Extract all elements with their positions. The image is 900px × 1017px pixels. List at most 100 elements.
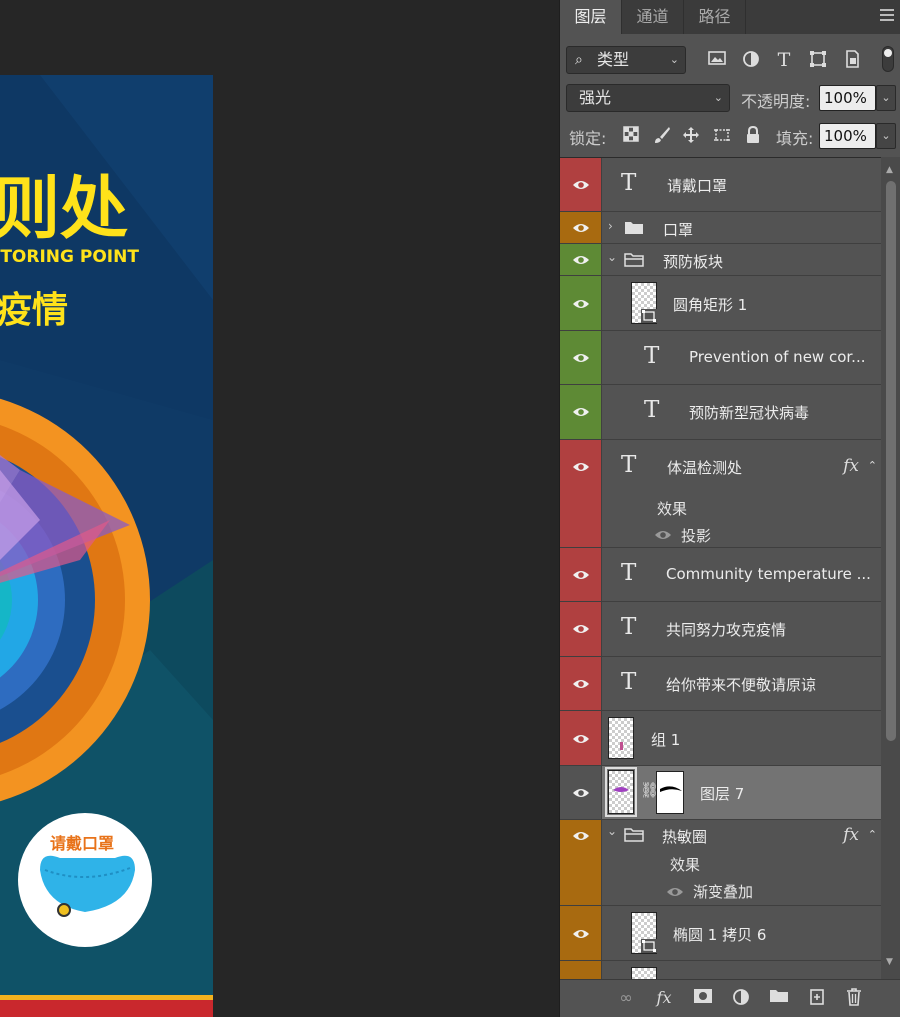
layer-name[interactable]: 预防新型冠状病毒 bbox=[689, 402, 809, 423]
adjustment-layer-icon[interactable] bbox=[730, 988, 752, 1008]
opacity-input[interactable]: 100% bbox=[819, 85, 876, 111]
visibility-eye-icon[interactable] bbox=[572, 222, 590, 234]
fx-icon[interactable]: fx bbox=[843, 825, 859, 845]
layer-row[interactable]: T 预防新型冠状病毒 bbox=[560, 385, 881, 440]
layer-filter-select[interactable]: ⌕ 类型 ⌄ bbox=[566, 46, 686, 74]
visibility-eye-icon[interactable] bbox=[572, 254, 590, 266]
layer-thumbnail bbox=[605, 767, 637, 817]
layer-row[interactable]: 圆角矩形 1 bbox=[560, 276, 881, 331]
fill-input[interactable]: 100% bbox=[819, 123, 876, 149]
pixel-filter-icon[interactable] bbox=[707, 50, 727, 70]
layer-row-partial[interactable] bbox=[560, 961, 881, 979]
chevron-down-icon[interactable]: ⌄ bbox=[607, 824, 617, 838]
layer-name[interactable]: 体温检测处 bbox=[667, 457, 742, 478]
panel-menu-icon[interactable] bbox=[880, 9, 894, 21]
add-mask-icon[interactable] bbox=[692, 988, 714, 1008]
layer-color-tag bbox=[560, 440, 602, 547]
layer-row[interactable]: T 体温检测处 fx ⌃ 效果 投影 bbox=[560, 440, 881, 548]
visibility-eye-icon[interactable] bbox=[572, 678, 590, 690]
link-layers-icon[interactable]: ∞ bbox=[615, 988, 637, 1008]
layer-row[interactable]: T Prevention of new cor... bbox=[560, 331, 881, 385]
blend-mode-value: 强光 bbox=[579, 88, 612, 107]
layer-row[interactable]: 椭圆 1 拷贝 6 bbox=[560, 906, 881, 961]
layer-name[interactable]: 给你带来不便敬请原谅 bbox=[666, 674, 816, 695]
chevron-down-icon: ⌄ bbox=[713, 91, 723, 104]
visibility-eye-icon[interactable] bbox=[572, 179, 590, 191]
visibility-eye-icon[interactable] bbox=[572, 623, 590, 635]
layer-row[interactable]: › 口罩 bbox=[560, 212, 881, 244]
layer-row[interactable]: ⌄ 预防板块 bbox=[560, 244, 881, 276]
visibility-eye-icon[interactable] bbox=[572, 406, 590, 418]
visibility-eye-icon[interactable] bbox=[572, 352, 590, 364]
layer-name[interactable]: 图层 7 bbox=[700, 783, 744, 804]
lock-transparency-icon[interactable] bbox=[621, 126, 641, 146]
add-layer-style-icon[interactable]: fx bbox=[653, 988, 675, 1008]
lock-position-move-icon[interactable] bbox=[681, 126, 701, 146]
layer-name[interactable]: 预防板块 bbox=[663, 251, 723, 272]
lock-all-icon[interactable] bbox=[743, 125, 763, 146]
tab-channels[interactable]: 通道 bbox=[622, 0, 684, 34]
badge-text: 请戴口罩 bbox=[50, 834, 114, 853]
folder-icon bbox=[625, 222, 643, 234]
layer-row[interactable]: T 共同努力攻克疫情 bbox=[560, 602, 881, 657]
visibility-eye-icon[interactable] bbox=[572, 733, 590, 745]
layer-color-tag bbox=[560, 961, 602, 979]
visibility-eye-icon[interactable] bbox=[572, 569, 590, 581]
lock-pixels-brush-icon[interactable] bbox=[652, 126, 672, 146]
delete-trash-icon[interactable] bbox=[843, 988, 865, 1008]
visibility-eye-icon[interactable] bbox=[572, 461, 590, 473]
smart-object-filter-icon[interactable] bbox=[842, 50, 862, 70]
type-filter-icon[interactable]: T bbox=[774, 50, 794, 70]
layer-name[interactable]: Prevention of new cor... bbox=[689, 348, 865, 366]
layer-thumbnail bbox=[608, 717, 634, 759]
new-group-folder-icon[interactable] bbox=[768, 988, 790, 1008]
layer-row[interactable]: T 请戴口罩 bbox=[560, 158, 881, 212]
chevron-up-icon[interactable]: ⌃ bbox=[868, 459, 877, 472]
visibility-eye-icon[interactable] bbox=[572, 830, 590, 842]
text-layer-icon: T bbox=[621, 452, 637, 478]
chevron-down-icon: ⌄ bbox=[669, 53, 679, 66]
layer-name[interactable]: 椭圆 1 拷贝 6 bbox=[673, 924, 766, 945]
layer-name[interactable]: 共同努力攻克疫情 bbox=[666, 619, 786, 640]
layer-name[interactable]: 热敏圈 bbox=[662, 826, 707, 847]
layer-name[interactable]: 圆角矩形 1 bbox=[673, 294, 747, 315]
document-canvas[interactable]: 则处 ITORING POINT 疫情 请戴口罩 bbox=[0, 0, 559, 1017]
filter-toggle[interactable] bbox=[882, 46, 894, 72]
chevron-right-icon[interactable]: › bbox=[608, 219, 613, 233]
tab-paths[interactable]: 路径 bbox=[684, 0, 746, 34]
effect-visibility-eye-icon[interactable] bbox=[666, 886, 684, 898]
layer-name[interactable]: 组 1 bbox=[651, 729, 680, 750]
adjustment-filter-icon[interactable] bbox=[741, 50, 761, 70]
layer-name[interactable]: 口罩 bbox=[663, 219, 693, 240]
layer-row-selected[interactable]: ⛓ 图层 7 bbox=[560, 766, 881, 820]
new-layer-icon[interactable] bbox=[806, 988, 828, 1008]
chevron-up-icon[interactable]: ⌃ bbox=[868, 828, 877, 841]
layer-name[interactable]: 请戴口罩 bbox=[667, 175, 727, 196]
layer-row[interactable]: T Community temperature ... bbox=[560, 548, 881, 602]
layer-row[interactable]: 组 1 bbox=[560, 711, 881, 766]
layer-name[interactable]: Community temperature ... bbox=[666, 565, 871, 583]
lock-artboard-icon[interactable] bbox=[712, 126, 732, 146]
effect-name[interactable]: 投影 bbox=[681, 525, 711, 546]
scroll-up-icon[interactable]: ▲ bbox=[886, 165, 893, 175]
layer-row[interactable]: T 给你带来不便敬请原谅 bbox=[560, 657, 881, 711]
effect-name[interactable]: 渐变叠加 bbox=[693, 881, 753, 902]
layers-scrollbar[interactable]: ▲ ▼ bbox=[881, 157, 900, 979]
blend-mode-select[interactable]: 强光 ⌄ bbox=[566, 84, 730, 112]
shape-layer-icon bbox=[641, 309, 657, 323]
opacity-dropdown-button[interactable]: ⌄ bbox=[876, 85, 896, 111]
tab-layers[interactable]: 图层 bbox=[560, 0, 622, 34]
scroll-down-icon[interactable]: ▼ bbox=[886, 957, 893, 967]
layer-mask-thumbnail[interactable] bbox=[656, 771, 684, 814]
shape-filter-icon[interactable] bbox=[808, 50, 828, 70]
layer-row[interactable]: ⌄ 热敏圈 fx ⌃ 效果 渐变叠加 bbox=[560, 820, 881, 906]
effect-visibility-eye-icon[interactable] bbox=[654, 529, 672, 541]
visibility-eye-icon[interactable] bbox=[572, 298, 590, 310]
visibility-eye-icon[interactable] bbox=[572, 787, 590, 799]
scrollbar-thumb[interactable] bbox=[886, 181, 896, 741]
fx-icon[interactable]: fx bbox=[843, 456, 859, 476]
visibility-eye-icon[interactable] bbox=[572, 928, 590, 940]
chevron-down-icon[interactable]: ⌄ bbox=[607, 250, 617, 264]
poster-slogan: 疫情 bbox=[0, 290, 68, 331]
fill-dropdown-button[interactable]: ⌄ bbox=[876, 123, 896, 149]
